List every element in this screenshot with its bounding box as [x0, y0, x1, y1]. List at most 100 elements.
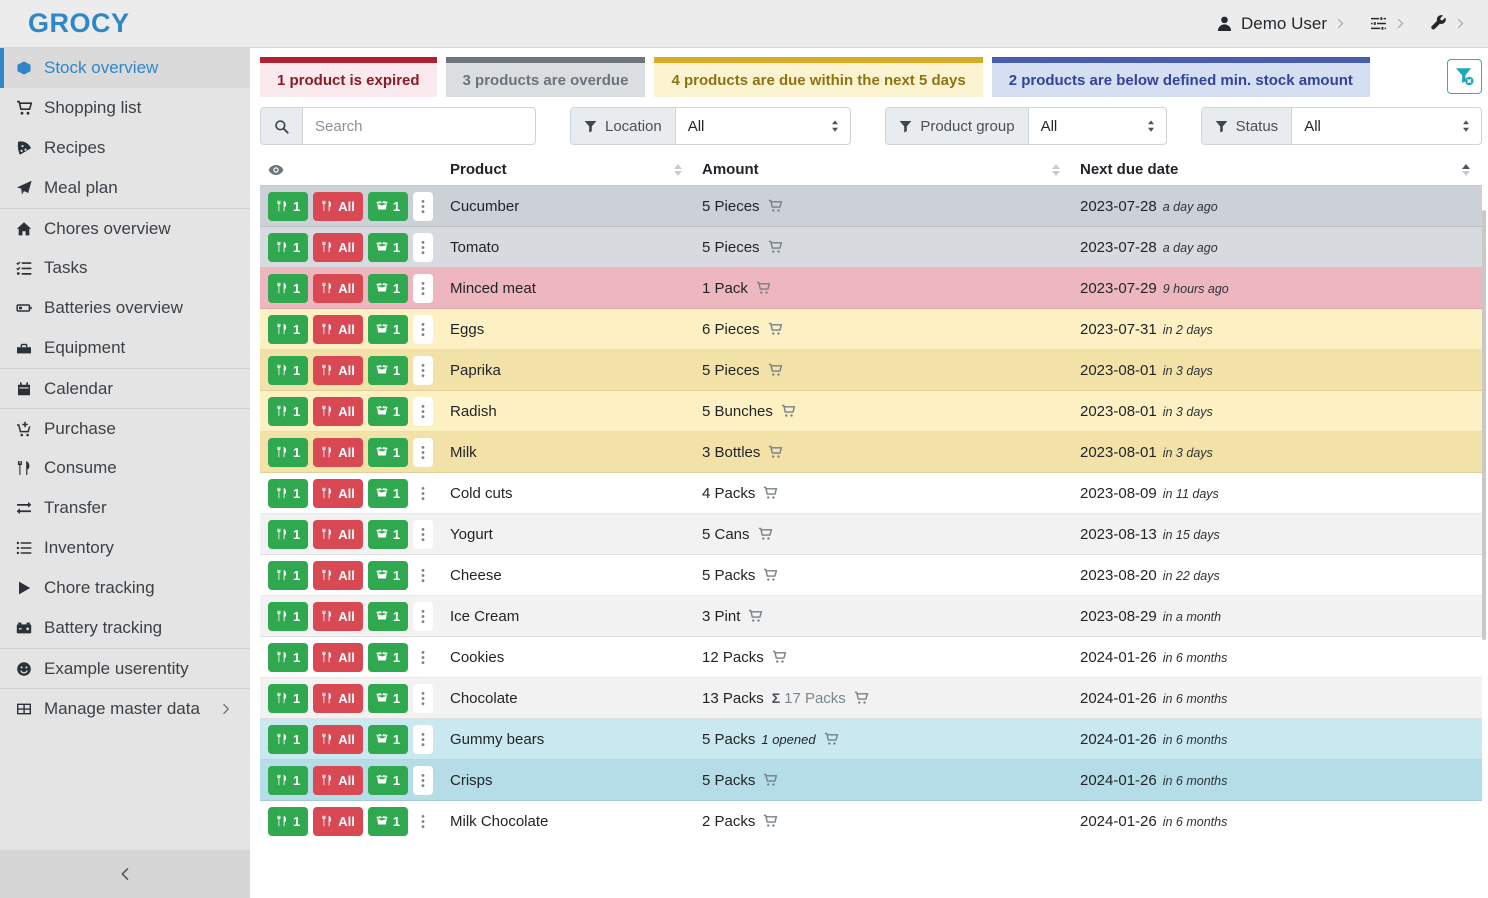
- consume-one-button[interactable]: 1: [268, 315, 308, 344]
- row-menu-button[interactable]: [413, 520, 433, 549]
- open-one-button[interactable]: 1: [368, 233, 408, 262]
- sidebar-item-chore-tracking[interactable]: Chore tracking: [0, 568, 250, 608]
- sidebar-item-shopping-list[interactable]: Shopping list: [0, 88, 250, 128]
- consume-all-button[interactable]: All: [313, 397, 363, 426]
- product-name[interactable]: Ice Cream: [450, 608, 519, 625]
- consume-all-button[interactable]: All: [313, 807, 363, 836]
- open-one-button[interactable]: 1: [368, 602, 408, 631]
- open-one-button[interactable]: 1: [368, 766, 408, 795]
- consume-one-button[interactable]: 1: [268, 602, 308, 631]
- sidebar-item-transfer[interactable]: Transfer: [0, 488, 250, 528]
- consume-one-button[interactable]: 1: [268, 479, 308, 508]
- row-menu-button[interactable]: [413, 356, 433, 385]
- consume-all-button[interactable]: All: [313, 356, 363, 385]
- product-name[interactable]: Gummy bears: [450, 731, 544, 748]
- product-name[interactable]: Cookies: [450, 649, 504, 666]
- sidebar-item-batteries-overview[interactable]: Batteries overview: [0, 288, 250, 328]
- consume-all-button[interactable]: All: [313, 561, 363, 590]
- sidebar-item-equipment[interactable]: Equipment: [0, 328, 250, 368]
- product-name[interactable]: Radish: [450, 403, 497, 420]
- clear-filter-button[interactable]: [1447, 59, 1482, 94]
- row-menu-button[interactable]: [413, 438, 433, 467]
- consume-all-button[interactable]: All: [313, 438, 363, 467]
- sidebar-item-recipes[interactable]: Recipes: [0, 128, 250, 168]
- consume-all-button[interactable]: All: [313, 274, 363, 303]
- admin-menu[interactable]: [1430, 15, 1466, 32]
- row-menu-button[interactable]: [413, 315, 433, 344]
- search-input[interactable]: [303, 108, 535, 144]
- consume-one-button[interactable]: 1: [268, 725, 308, 754]
- sidebar-item-meal-plan[interactable]: Meal plan: [0, 168, 250, 208]
- sidebar-item-purchase[interactable]: Purchase: [0, 408, 250, 448]
- product-name[interactable]: Minced meat: [450, 280, 536, 297]
- visibility-toggle-header[interactable]: [260, 153, 442, 186]
- consume-one-button[interactable]: 1: [268, 807, 308, 836]
- row-menu-button[interactable]: [413, 602, 433, 631]
- sidebar-item-example-userentity[interactable]: Example userentity: [0, 648, 250, 688]
- product-name[interactable]: Yogurt: [450, 526, 493, 543]
- open-one-button[interactable]: 1: [368, 274, 408, 303]
- column-header-product[interactable]: Product: [442, 153, 694, 186]
- open-one-button[interactable]: 1: [368, 356, 408, 385]
- product-name[interactable]: Paprika: [450, 362, 501, 379]
- column-header-amount[interactable]: Amount: [694, 153, 1072, 186]
- open-one-button[interactable]: 1: [368, 192, 408, 221]
- consume-all-button[interactable]: All: [313, 643, 363, 672]
- product-name[interactable]: Cold cuts: [450, 485, 513, 502]
- consume-one-button[interactable]: 1: [268, 356, 308, 385]
- row-menu-button[interactable]: [413, 397, 433, 426]
- settings-menu[interactable]: [1370, 15, 1406, 32]
- status-banner-overdue[interactable]: 3 products are overdue: [446, 57, 646, 97]
- product-name[interactable]: Eggs: [450, 321, 484, 338]
- product-name[interactable]: Cheese: [450, 567, 502, 584]
- sidebar-item-inventory[interactable]: Inventory: [0, 528, 250, 568]
- row-menu-button[interactable]: [413, 643, 433, 672]
- consume-one-button[interactable]: 1: [268, 766, 308, 795]
- row-menu-button[interactable]: [413, 807, 433, 836]
- sidebar-item-tasks[interactable]: Tasks: [0, 248, 250, 288]
- open-one-button[interactable]: 1: [368, 315, 408, 344]
- open-one-button[interactable]: 1: [368, 807, 408, 836]
- consume-all-button[interactable]: All: [313, 725, 363, 754]
- product-name[interactable]: Milk Chocolate: [450, 813, 548, 830]
- consume-one-button[interactable]: 1: [268, 561, 308, 590]
- product-group-select[interactable]: All: [1029, 108, 1166, 144]
- consume-all-button[interactable]: All: [313, 479, 363, 508]
- row-menu-button[interactable]: [413, 274, 433, 303]
- product-name[interactable]: Tomato: [450, 239, 499, 256]
- open-one-button[interactable]: 1: [368, 520, 408, 549]
- sidebar-item-consume[interactable]: Consume: [0, 448, 250, 488]
- open-one-button[interactable]: 1: [368, 643, 408, 672]
- product-name[interactable]: Chocolate: [450, 690, 518, 707]
- consume-one-button[interactable]: 1: [268, 192, 308, 221]
- consume-one-button[interactable]: 1: [268, 438, 308, 467]
- sidebar-item-chores-overview[interactable]: Chores overview: [0, 208, 250, 248]
- row-menu-button[interactable]: [413, 766, 433, 795]
- product-name[interactable]: Milk: [450, 444, 477, 461]
- sidebar-item-battery-tracking[interactable]: Battery tracking: [0, 608, 250, 648]
- open-one-button[interactable]: 1: [368, 479, 408, 508]
- sidebar-collapse-button[interactable]: [0, 850, 250, 898]
- consume-all-button[interactable]: All: [313, 602, 363, 631]
- consume-all-button[interactable]: All: [313, 766, 363, 795]
- consume-all-button[interactable]: All: [313, 192, 363, 221]
- row-menu-button[interactable]: [413, 561, 433, 590]
- status-banner-duesoon[interactable]: 4 products are due within the next 5 day…: [654, 57, 982, 97]
- row-menu-button[interactable]: [413, 233, 433, 262]
- open-one-button[interactable]: 1: [368, 561, 408, 590]
- consume-all-button[interactable]: All: [313, 315, 363, 344]
- row-menu-button[interactable]: [413, 684, 433, 713]
- status-select[interactable]: All: [1292, 108, 1481, 144]
- app-logo[interactable]: GROCY: [28, 8, 130, 39]
- consume-all-button[interactable]: All: [313, 684, 363, 713]
- consume-all-button[interactable]: All: [313, 233, 363, 262]
- row-menu-button[interactable]: [413, 479, 433, 508]
- sidebar-item-calendar[interactable]: Calendar: [0, 368, 250, 408]
- status-banner-belowmin[interactable]: 2 products are below defined min. stock …: [992, 57, 1370, 97]
- consume-one-button[interactable]: 1: [268, 684, 308, 713]
- row-menu-button[interactable]: [413, 192, 433, 221]
- row-menu-button[interactable]: [413, 725, 433, 754]
- consume-one-button[interactable]: 1: [268, 233, 308, 262]
- open-one-button[interactable]: 1: [368, 725, 408, 754]
- sidebar-item-manage-master-data[interactable]: Manage master data: [0, 688, 250, 728]
